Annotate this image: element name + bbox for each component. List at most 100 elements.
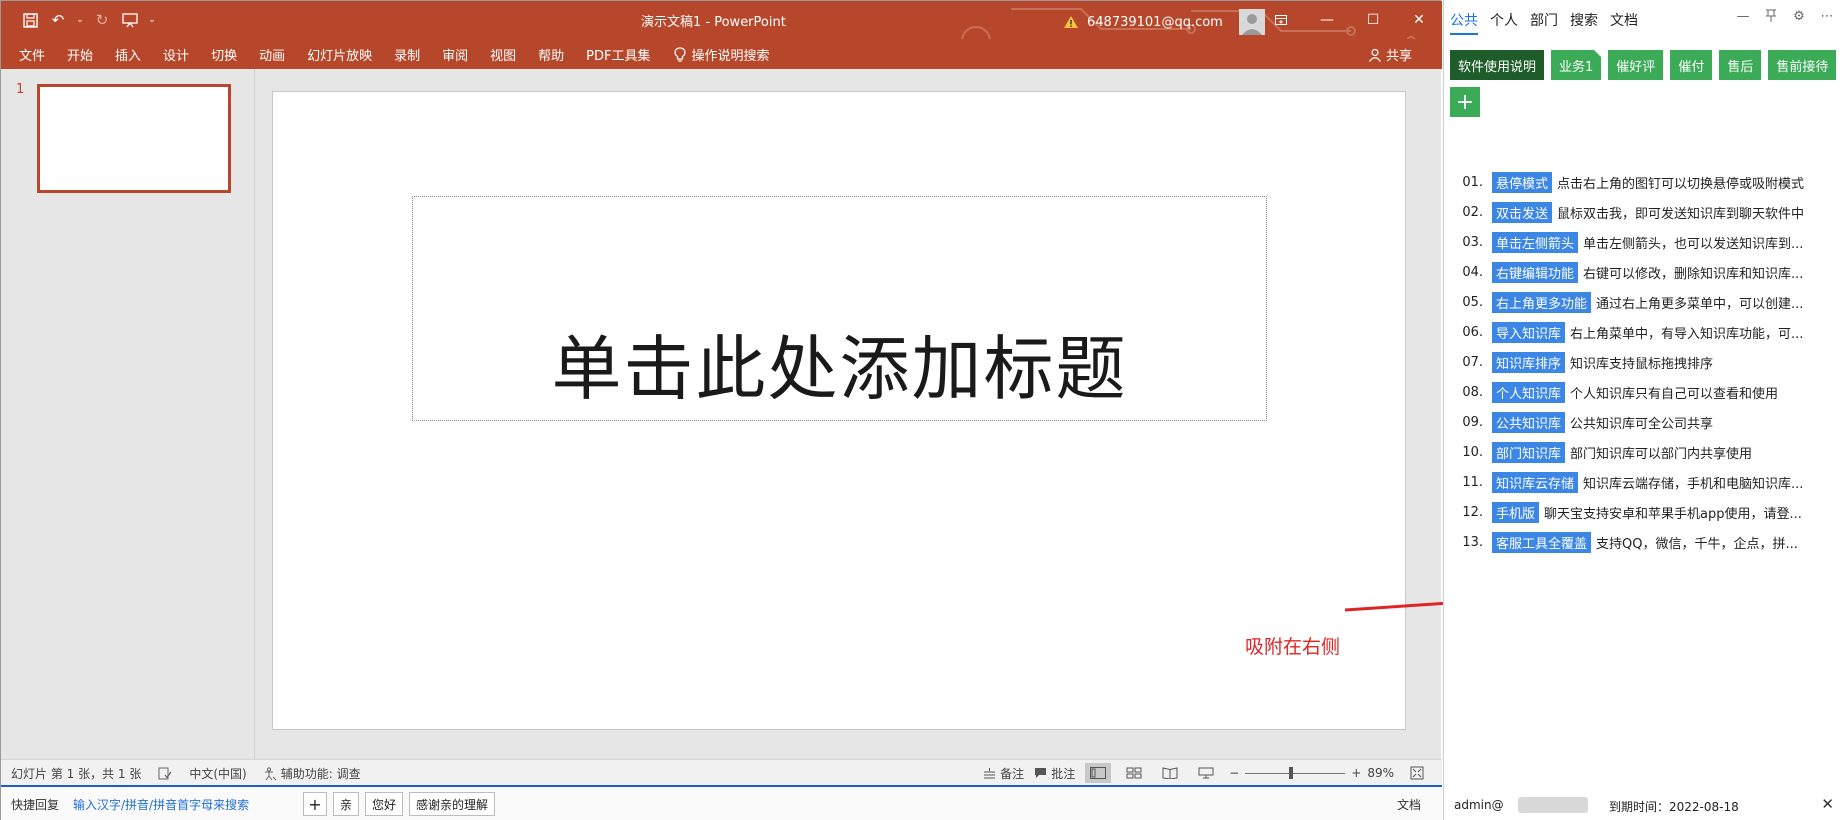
accessibility-button[interactable]: 辅助功能: 调查 <box>263 765 361 782</box>
list-item[interactable]: 09. 公共知识库 公共知识库可全公司共享 <box>1444 407 1843 437</box>
slide-canvas[interactable]: 单击此处添加标题 <box>272 91 1406 730</box>
list-item[interactable]: 08. 个人知识库 个人知识库只有自己可以查看和使用 <box>1444 377 1843 407</box>
tab-public[interactable]: 公共 <box>1450 10 1478 35</box>
list-item[interactable]: 03. 单击左侧箭头 单击左侧箭头，也可以发送知识库到... <box>1444 227 1843 257</box>
more-icon[interactable]: ⋯ <box>1815 6 1839 26</box>
list-item[interactable]: 10. 部门知识库 部门知识库可以部门内共享使用 <box>1444 437 1843 467</box>
expiry-date: 到期时间：2022-08-18 <box>1609 800 1739 814</box>
tell-me-label: 操作说明搜索 <box>691 49 770 64</box>
tab-slideshow[interactable]: 幻灯片放映 <box>296 45 383 64</box>
tab-animations[interactable]: 动画 <box>248 45 296 64</box>
tab-search[interactable]: 搜索 <box>1570 10 1598 35</box>
tab-file[interactable]: 文件 <box>19 45 56 64</box>
item-number: 03. <box>1462 234 1483 250</box>
list-item[interactable]: 01. 悬停模式 点击右上角的图钉可以切换悬停或吸附模式 <box>1444 167 1843 197</box>
item-tag: 知识库云存储 <box>1492 471 1579 493</box>
comments-button[interactable]: 批注 <box>1034 765 1075 782</box>
slide-sorter-view-icon[interactable] <box>1121 763 1147 783</box>
tab-help[interactable]: 帮助 <box>527 45 575 64</box>
ribbon-display-options-icon[interactable] <box>1258 1 1304 39</box>
settings-icon[interactable]: ⚙ <box>1787 6 1811 26</box>
list-item[interactable]: 04. 右键编辑功能 右键可以修改，删除知识库和知识库... <box>1444 257 1843 287</box>
language-indicator[interactable]: 中文(中国) <box>189 765 246 782</box>
undo-dropdown-icon[interactable]: ⌄ <box>75 9 85 31</box>
item-number: 04. <box>1462 264 1483 280</box>
annotation-text: 吸附在右侧 <box>1245 636 1341 658</box>
list-item[interactable]: 02. 双击发送 鼠标双击我，即可发送知识库到聊天软件中 <box>1444 197 1843 227</box>
item-description: 知识库云端存储，手机和电脑知识库... <box>1583 476 1804 492</box>
tab-home[interactable]: 开始 <box>56 45 104 64</box>
presentation-icon[interactable] <box>119 9 141 31</box>
fit-to-window-icon[interactable] <box>1404 763 1430 783</box>
tab-documents[interactable]: 文档 <box>1610 10 1638 35</box>
ribbon-tabs-bar: 文件 开始 插入 设计 切换 动画 幻灯片放映 录制 审阅 视图 帮助 PDF工… <box>1 39 1442 69</box>
zoom-slider[interactable] <box>1245 766 1346 779</box>
minimize-icon[interactable]: — <box>1304 1 1350 39</box>
list-item[interactable]: 11. 知识库云存储 知识库云端存储，手机和电脑知识库... <box>1444 467 1843 497</box>
add-category-button[interactable]: + <box>1450 87 1480 117</box>
doc-link[interactable]: 文档 <box>1397 796 1421 813</box>
undo-icon[interactable]: ↶ <box>47 9 69 31</box>
category-button[interactable]: 催付 <box>1670 50 1713 80</box>
tab-record[interactable]: 录制 <box>383 45 431 64</box>
status-left: 幻灯片 第 1 张，共 1 张 中文(中国) 辅助功能: 调查 <box>11 765 361 782</box>
add-quick-reply-button[interactable]: + <box>303 792 327 816</box>
redo-icon[interactable]: ↻ <box>91 9 113 31</box>
pin-icon[interactable] <box>1759 6 1783 26</box>
slideshow-view-icon[interactable] <box>1193 763 1219 783</box>
list-item[interactable]: 12. 手机版 聊天宝支持安卓和苹果手机app使用，请登... <box>1444 497 1843 527</box>
tab-design[interactable]: 设计 <box>152 45 200 64</box>
category-button[interactable]: 业务1 <box>1551 50 1602 80</box>
category-button[interactable]: 售后 <box>1719 50 1762 80</box>
item-tag: 手机版 <box>1492 501 1540 523</box>
quick-reply-button[interactable]: 您好 <box>365 792 404 816</box>
share-button[interactable]: 共享 <box>1368 45 1412 64</box>
item-tag: 单击左侧箭头 <box>1492 231 1579 253</box>
zoom-level[interactable]: 89% <box>1367 766 1394 780</box>
quick-reply-button[interactable]: 亲 <box>333 792 360 816</box>
tab-department[interactable]: 部门 <box>1530 10 1558 35</box>
title-placeholder[interactable]: 单击此处添加标题 <box>412 196 1267 421</box>
normal-view-icon[interactable] <box>1085 763 1112 783</box>
quick-reply-search-input[interactable]: 输入汉字/拼音/拼音首字母来搜索 <box>73 796 249 813</box>
list-item[interactable]: 06. 导入知识库 右上角菜单中，有导入知识库功能，可... <box>1444 317 1843 347</box>
tab-view[interactable]: 视图 <box>479 45 527 64</box>
corner-mark-icon <box>1594 50 1602 57</box>
zoom-slider-thumb[interactable] <box>1289 766 1294 779</box>
category-button[interactable]: 催好评 <box>1608 50 1664 80</box>
tell-me-search[interactable]: 操作说明搜索 <box>673 45 770 64</box>
tab-review[interactable]: 审阅 <box>431 45 479 64</box>
reading-view-icon[interactable] <box>1157 763 1183 783</box>
zoom-out-icon[interactable]: − <box>1229 766 1239 780</box>
customize-qat-icon[interactable]: ⌄ <box>147 9 157 31</box>
slide-thumbnail[interactable] <box>37 84 231 193</box>
close-icon[interactable]: ✕ <box>1821 795 1834 813</box>
tab-pdf-tools[interactable]: PDF工具集 <box>575 45 661 64</box>
list-item[interactable]: 07. 知识库排序 知识库支持鼠标拖拽排序 <box>1444 347 1843 377</box>
zoom-control[interactable]: − + 89% <box>1229 766 1394 780</box>
item-tag: 公共知识库 <box>1492 411 1566 433</box>
tab-transitions[interactable]: 切换 <box>200 45 248 64</box>
list-item[interactable]: 05. 右上角更多功能 通过右上角更多菜单中，可以创建... <box>1444 287 1843 317</box>
list-item[interactable]: 13. 客服工具全覆盖 支持QQ，微信，千牛，企点，拼... <box>1444 527 1843 557</box>
lightbulb-icon <box>673 46 686 62</box>
share-label: 共享 <box>1385 49 1412 64</box>
zoom-in-icon[interactable]: + <box>1351 766 1361 780</box>
comments-label: 批注 <box>1051 766 1076 781</box>
save-icon[interactable] <box>19 9 41 31</box>
tab-personal[interactable]: 个人 <box>1490 10 1518 35</box>
quick-reply-button[interactable]: 感谢亲的理解 <box>409 792 496 816</box>
tab-insert[interactable]: 插入 <box>104 45 152 64</box>
warning-icon <box>1064 16 1078 28</box>
quick-reply-buttons: + 亲 您好 感谢亲的理解 <box>303 792 496 816</box>
notes-button[interactable]: 备注 <box>983 765 1024 782</box>
spellcheck-icon[interactable] <box>157 767 173 781</box>
maximize-icon[interactable]: ☐ <box>1350 1 1396 39</box>
quick-reply-label: 快捷回复 <box>11 798 60 812</box>
close-icon[interactable]: ✕ <box>1396 1 1442 39</box>
account-email[interactable]: 648739101@qq.com <box>1087 15 1223 30</box>
minimize-icon[interactable]: — <box>1731 6 1755 26</box>
panel-tabs: 公共 个人 部门 搜索 文档 <box>1450 10 1638 35</box>
category-button[interactable]: 售前接待 <box>1768 50 1837 80</box>
category-button[interactable]: 软件使用说明 <box>1450 50 1545 80</box>
